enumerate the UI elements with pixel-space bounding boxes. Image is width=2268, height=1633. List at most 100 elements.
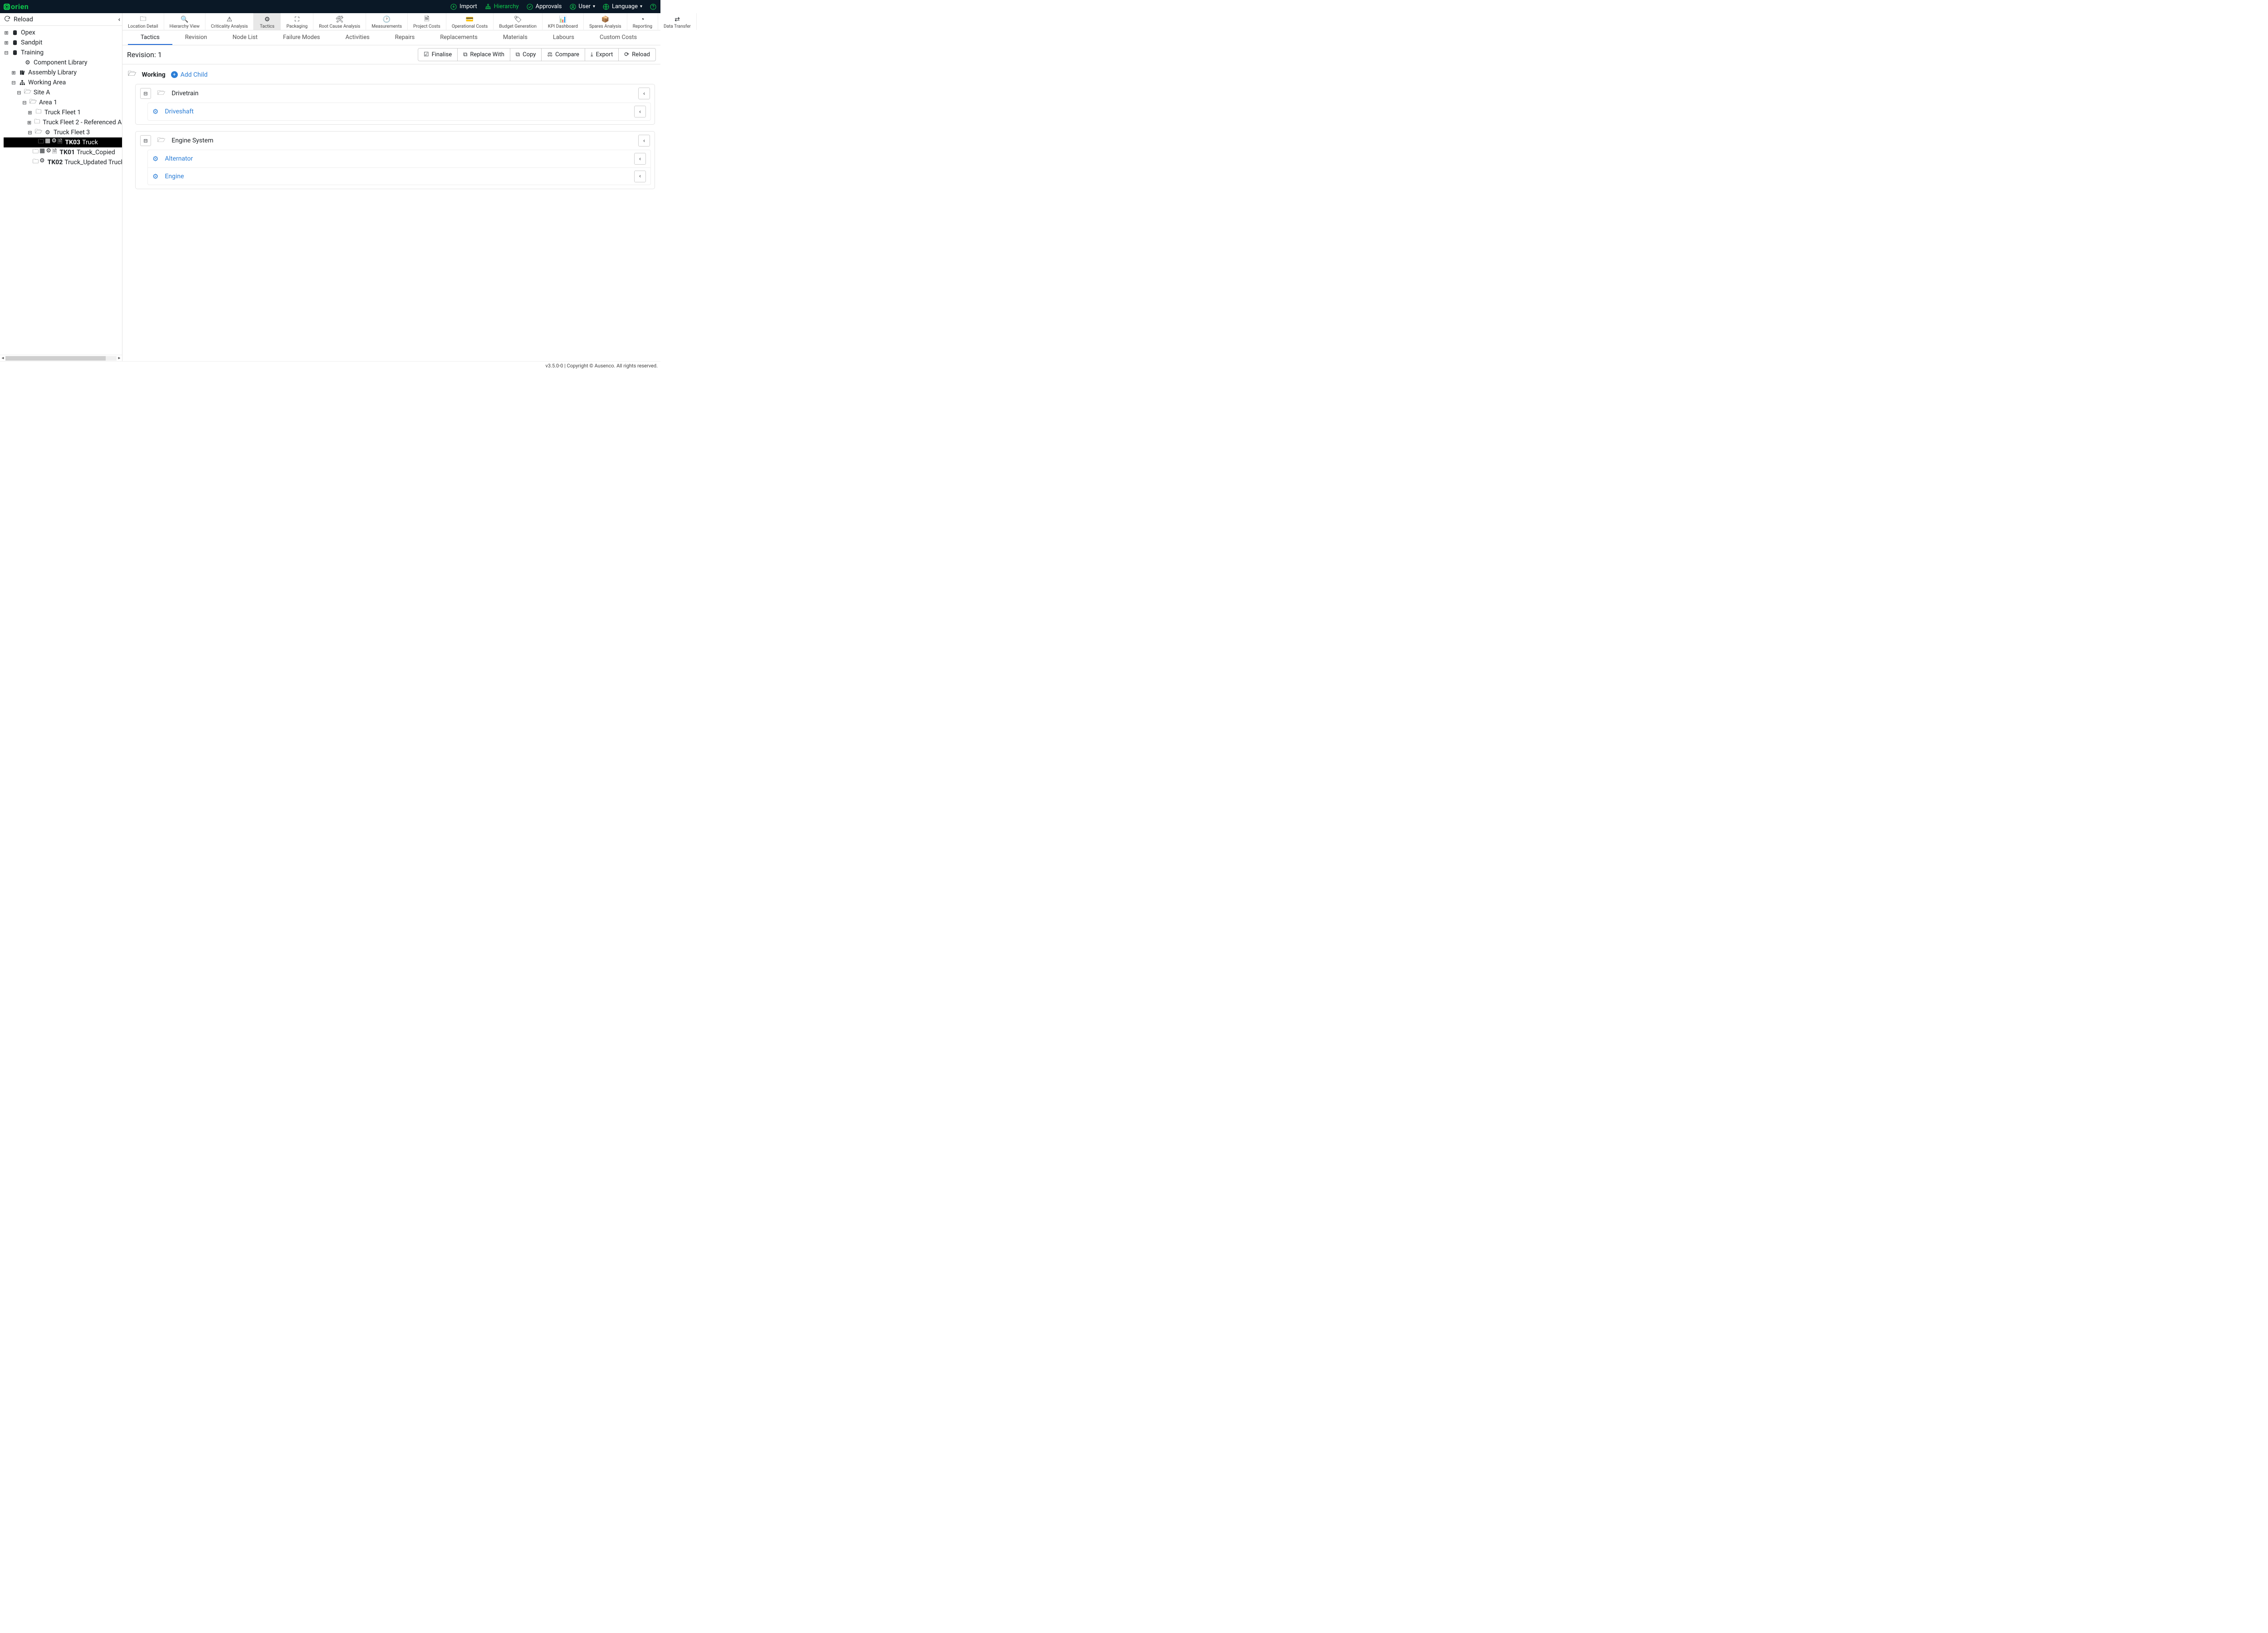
tree-node-opex[interactable]: ⊞ Opex [4, 28, 122, 38]
subtab-node-list[interactable]: Node List [220, 30, 270, 45]
add-child-button[interactable]: + Add Child [171, 71, 208, 78]
database-icon [12, 29, 18, 36]
tab-label: KPI Dashboard [548, 24, 578, 29]
tree-node-truck-fleet-3[interactable]: ⊟ 🗁 ⚙ Truck Fleet 3 [4, 127, 122, 137]
app-header: ⦿ orien Import Hierarchy Approvals User [0, 0, 660, 13]
collapse-icon[interactable]: ⊟ [4, 50, 9, 56]
scrollbar-track[interactable] [5, 356, 117, 361]
reload-button[interactable]: ⟳ Reload [618, 48, 656, 61]
finalise-button[interactable]: ☑ Finalise [418, 48, 458, 61]
chart-icon: 📊 [559, 16, 567, 23]
expand-icon[interactable]: ⊞ [11, 70, 16, 76]
sub-tabs: Tactics Revision Node List Failure Modes… [122, 30, 660, 45]
expand-icon[interactable]: ⊞ [4, 40, 9, 46]
import-button[interactable]: Import [450, 3, 477, 10]
subtab-tactics[interactable]: Tactics [128, 30, 172, 45]
chevron-down-icon: ▾ [593, 4, 595, 9]
tab-measurements[interactable]: 🕑 Measurements [366, 13, 408, 30]
item-link[interactable]: Driveshaft [165, 108, 193, 115]
replace-with-button[interactable]: ⧉ Replace With [457, 48, 510, 61]
sidebar-reload-button[interactable]: Reload [4, 15, 33, 24]
approvals-button[interactable]: Approvals [526, 3, 562, 10]
tree-node-truck-fleet-2[interactable]: ⊞ 🗀 Truck Fleet 2 - Referenced Asset [4, 117, 122, 127]
export-button[interactable]: ⤓ Export [585, 48, 619, 61]
tab-label: Tactics [260, 24, 274, 29]
collapse-icon[interactable]: ⊟ [16, 90, 22, 96]
button-label: Reload [632, 51, 650, 58]
expand-icon[interactable]: ⊞ [4, 30, 9, 36]
help-button[interactable] [650, 3, 657, 10]
expand-actions-button[interactable]: ‹ [634, 171, 646, 182]
folder-open-icon: 🗁 [24, 88, 31, 98]
tree-node-assembly-library[interactable]: ⊞ Assembly Library [4, 68, 122, 78]
tab-criticality-analysis[interactable]: ⚠ Criticality Analysis [205, 13, 254, 30]
collapse-icon[interactable]: ⊟ [27, 130, 33, 136]
tree-node-site-a[interactable]: ⊟ 🗁 Site A [4, 88, 122, 98]
user-label: User [579, 3, 591, 10]
collapse-icon[interactable]: ⊟ [22, 100, 27, 106]
tab-location-detail[interactable]: 🗀 Location Detail [122, 13, 164, 30]
scrollbar-thumb[interactable] [5, 356, 106, 361]
expand-icon[interactable]: ⊞ [27, 110, 33, 116]
subtab-repairs[interactable]: Repairs [382, 30, 428, 45]
subtab-custom-costs[interactable]: Custom Costs [587, 30, 650, 45]
folder-icon: 🗀 [38, 137, 44, 147]
tab-hierarchy-view[interactable]: 🔍 Hierarchy View [164, 13, 205, 30]
tree-label: Assembly Library [28, 69, 77, 76]
tree-node-tk02[interactable]: 🗀 ⚙ TK02Truck_Updated Truck [4, 157, 122, 167]
tab-spares-analysis[interactable]: 📦 Spares Analysis [584, 13, 627, 30]
subtab-materials[interactable]: Materials [490, 30, 540, 45]
tree-node-working-area[interactable]: ⊟ Working Area [4, 78, 122, 88]
compare-button[interactable]: ⚖ Compare [541, 48, 585, 61]
expand-icon[interactable]: ⊞ [27, 120, 31, 126]
tree-label: Area 1 [39, 99, 57, 106]
tab-reporting[interactable]: ◔ Reporting [627, 13, 658, 30]
tree-node-component-library[interactable]: ⚙ Component Library [4, 58, 122, 68]
subtab-labours[interactable]: Labours [540, 30, 587, 45]
tree-node-area-1[interactable]: ⊟ 🗁 Area 1 [4, 98, 122, 108]
expand-actions-button[interactable]: ‹ [638, 88, 650, 99]
folder-open-icon: 🗁 [30, 98, 36, 108]
tree-node-sandpit[interactable]: ⊞ Sandpit [4, 38, 122, 48]
folder-open-icon: 🗁 [128, 69, 137, 80]
node-icons: 🗀 ▦ ⚙ 🗎 [38, 137, 62, 147]
item-link[interactable]: Alternator [165, 155, 193, 162]
subtab-failure-modes[interactable]: Failure Modes [270, 30, 333, 45]
button-label: Finalise [432, 51, 452, 58]
tab-operational-costs[interactable]: 💳 Operational Costs [446, 13, 494, 30]
sitemap-icon [19, 79, 25, 86]
tab-kpi-dashboard[interactable]: 📊 KPI Dashboard [543, 13, 584, 30]
sidebar-horizontal-scrollbar[interactable]: ◂ ▸ [0, 355, 122, 361]
copy-button[interactable]: ⧉ Copy [510, 48, 542, 61]
tab-budget-generation[interactable]: 🏷 Budget Generation [494, 13, 543, 30]
toolbar-buttons: ☑ Finalise ⧉ Replace With ⧉ Copy ⚖ Compa… [418, 48, 656, 61]
approvals-label: Approvals [536, 3, 562, 10]
subtab-activities[interactable]: Activities [333, 30, 382, 45]
tree-node-tk03[interactable]: 🗀 ▦ ⚙ 🗎 TK03Truck [4, 137, 122, 147]
subtab-revision[interactable]: Revision [172, 30, 220, 45]
expand-actions-button[interactable]: ‹ [634, 106, 646, 117]
tab-data-transfer[interactable]: ⇄ Data Transfer [658, 13, 697, 30]
language-menu[interactable]: Language ▾ [602, 3, 642, 10]
user-menu[interactable]: User ▾ [569, 3, 595, 10]
item-link[interactable]: Engine [165, 173, 184, 180]
collapse-toggle[interactable]: ⊟ [140, 88, 151, 99]
tab-project-costs[interactable]: 🗎 Project Costs [408, 13, 446, 30]
tree-node-tk01[interactable]: 🗀 ▦ ⚙ 🗎 TK01Truck_Copied [4, 147, 122, 157]
expand-actions-button[interactable]: ‹ [638, 135, 650, 147]
file-icon: 🗎 [52, 147, 57, 157]
tree-node-truck-fleet-1[interactable]: ⊞ 🗀 Truck Fleet 1 [4, 108, 122, 117]
scroll-right-icon[interactable]: ▸ [117, 356, 122, 361]
expand-actions-button[interactable]: ‹ [634, 153, 646, 165]
hierarchy-button[interactable]: Hierarchy [484, 3, 519, 10]
tab-root-cause[interactable]: 🛠 Root Cause Analysis [313, 13, 366, 30]
tab-tactics[interactable]: ⚙ Tactics [254, 13, 281, 30]
tab-packaging[interactable]: ⛶ Packaging [281, 13, 313, 30]
subtab-replacements[interactable]: Replacements [427, 30, 490, 45]
collapse-toggle[interactable]: ⊟ [140, 135, 151, 146]
chevron-left-icon: ‹ [639, 156, 641, 162]
tree-node-training[interactable]: ⊟ Training [4, 48, 122, 58]
collapse-icon[interactable]: ⊟ [11, 80, 16, 86]
import-label: Import [459, 3, 477, 10]
scroll-left-icon[interactable]: ◂ [0, 356, 5, 361]
